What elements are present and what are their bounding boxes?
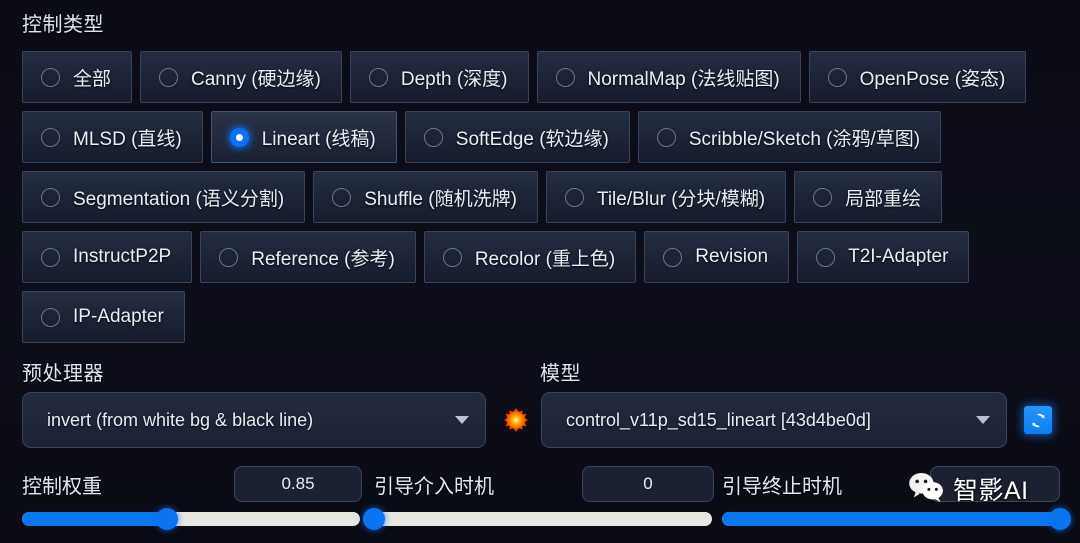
control-type-option-label: Lineart (线稿) (261, 128, 376, 150)
control-weight-slider-thumb[interactable] (156, 508, 179, 530)
preprocessor-dropdown-wrap: invert (from white bg & black line) (22, 392, 486, 448)
model-value: control_v11p_sd15_lineart [43d4be0d] (566, 409, 871, 430)
radio-unselected-icon[interactable] (555, 67, 575, 87)
preprocessor-label: 预处理器 (22, 363, 104, 385)
control-type-option-label: Recolor (重上色) (474, 248, 616, 270)
control-weight-value[interactable]: 0.85 (234, 466, 362, 502)
control-weight-slider-fill (22, 512, 168, 526)
control-type-option[interactable]: Revision (644, 231, 790, 283)
control-type-option-label: Shuffle (随机洗牌) (364, 188, 517, 210)
radio-unselected-icon[interactable] (41, 187, 60, 207)
control-type-option-label: IP-Adapter (73, 306, 164, 327)
guidance-start-slider[interactable] (363, 508, 712, 530)
radio-unselected-icon[interactable] (41, 127, 60, 147)
radio-unselected-icon[interactable] (41, 307, 60, 327)
control-type-option-label: Reference (参考) (251, 248, 395, 270)
model-dropdown[interactable]: control_v11p_sd15_lineart [43d4be0d] (541, 392, 1007, 448)
chevron-down-icon (976, 416, 990, 424)
refresh-icon[interactable] (1024, 406, 1052, 434)
control-type-option-label: Scribble/Sketch (涂鸦/草图) (688, 128, 921, 150)
control-type-option[interactable]: T2I-Adapter (797, 231, 970, 283)
control-weight-slider[interactable] (22, 508, 360, 530)
radio-selected-icon[interactable] (229, 127, 249, 147)
control-type-row: InstructP2P Reference (参考) Recolor (重上色) Re… (22, 231, 1026, 283)
control-type-radio-group: 全部 Canny (硬边缘) Depth (深度) NormalMap (法线贴图) O… (22, 51, 1027, 351)
control-type-row: IP-Adapter (22, 291, 1026, 343)
control-type-option[interactable]: SoftEdge (软边缘) (404, 111, 630, 163)
control-type-option[interactable]: MLSD (直线) (22, 111, 203, 163)
radio-unselected-icon[interactable] (442, 247, 462, 267)
model-label: 模型 (540, 363, 581, 385)
chevron-down-icon (455, 416, 469, 424)
control-type-option[interactable]: OpenPose (姿态) (808, 51, 1027, 103)
control-type-row: Segmentation (语义分割) Shuffle (随机洗牌) Tile/Bl… (22, 171, 1026, 223)
control-type-row: 全部 Canny (硬边缘) Depth (深度) NormalMap (法线贴图) O… (22, 51, 1027, 103)
control-type-option[interactable]: 局部重绘 (794, 171, 943, 223)
radio-unselected-icon[interactable] (423, 127, 443, 147)
guidance-end-label: 引导终止时机 (722, 476, 842, 498)
preprocessor-value: invert (from white bg & black line) (47, 409, 314, 430)
radio-unselected-icon[interactable] (41, 67, 60, 87)
radio-unselected-icon[interactable] (219, 247, 239, 267)
guidance-start-slider-thumb[interactable] (363, 508, 385, 530)
guidance-end-slider-fill (722, 512, 1060, 526)
control-type-option[interactable]: Scribble/Sketch (涂鸦/草图) (637, 111, 942, 163)
control-type-option[interactable]: Depth (深度) (349, 51, 529, 103)
control-type-option[interactable]: Recolor (重上色) (423, 231, 637, 283)
control-type-option-label: SoftEdge (软边缘) (455, 128, 609, 150)
radio-unselected-icon[interactable] (41, 247, 60, 267)
control-type-option[interactable]: Canny (硬边缘) (140, 51, 342, 103)
guidance-end-slider-thumb[interactable] (1049, 508, 1071, 530)
model-dropdown-wrap: control_v11p_sd15_lineart [43d4be0d] (541, 392, 1007, 448)
radio-unselected-icon[interactable] (564, 187, 584, 207)
explosion-icon[interactable] (504, 408, 528, 432)
control-type-option-label: Depth (深度) (400, 68, 508, 90)
control-type-option[interactable]: Lineart (线稿) (210, 111, 397, 163)
radio-unselected-icon[interactable] (332, 187, 352, 207)
control-type-option[interactable]: 全部 (22, 51, 133, 103)
radio-unselected-icon[interactable] (816, 247, 836, 267)
control-type-option-label: NormalMap (法线贴图) (587, 68, 780, 90)
control-type-option[interactable]: Tile/Blur (分块/模糊) (545, 171, 787, 223)
radio-unselected-icon[interactable] (159, 67, 179, 87)
controlnet-panel: 控制类型 全部 Canny (硬边缘) Depth (深度) NormalMap (法… (0, 0, 1080, 543)
control-type-option-label: OpenPose (姿态) (859, 68, 1006, 90)
radio-unselected-icon[interactable] (813, 187, 833, 207)
control-type-option-label: MLSD (直线) (73, 128, 182, 150)
guidance-start-value[interactable]: 0 (582, 466, 714, 502)
control-type-option-label: 局部重绘 (845, 188, 922, 210)
guidance-start-label: 引导介入时机 (374, 476, 494, 498)
control-type-option-label: Revision (695, 246, 769, 267)
control-type-option[interactable]: Segmentation (语义分割) (22, 171, 306, 223)
control-type-row: MLSD (直线) Lineart (线稿) SoftEdge (软边缘) Scrib… (22, 111, 1026, 163)
radio-unselected-icon[interactable] (368, 67, 388, 87)
control-type-option[interactable]: Reference (参考) (200, 231, 416, 283)
control-type-option-label: Tile/Blur (分块/模糊) (596, 188, 766, 210)
preprocessor-dropdown[interactable]: invert (from white bg & black line) (22, 392, 486, 448)
radio-unselected-icon[interactable] (663, 247, 683, 267)
control-type-option-label: Segmentation (语义分割) (73, 188, 285, 210)
radio-unselected-icon[interactable] (827, 67, 847, 87)
guidance-end-value[interactable]: 1 (930, 466, 1060, 502)
control-type-section-label: 控制类型 (22, 14, 104, 36)
control-weight-label: 控制权重 (22, 476, 102, 498)
control-type-option-label: Canny (硬边缘) (191, 68, 321, 90)
radio-unselected-icon[interactable] (656, 127, 676, 147)
control-type-option-label: T2I-Adapter (848, 246, 949, 267)
control-type-option[interactable]: InstructP2P (22, 231, 193, 283)
control-type-option[interactable]: IP-Adapter (22, 291, 185, 343)
control-type-option[interactable]: NormalMap (法线贴图) (536, 51, 801, 103)
control-type-option-label: 全部 (73, 68, 112, 90)
control-type-option[interactable]: Shuffle (随机洗牌) (313, 171, 538, 223)
control-type-option-label: InstructP2P (73, 246, 172, 267)
guidance-end-slider[interactable] (722, 508, 1071, 530)
